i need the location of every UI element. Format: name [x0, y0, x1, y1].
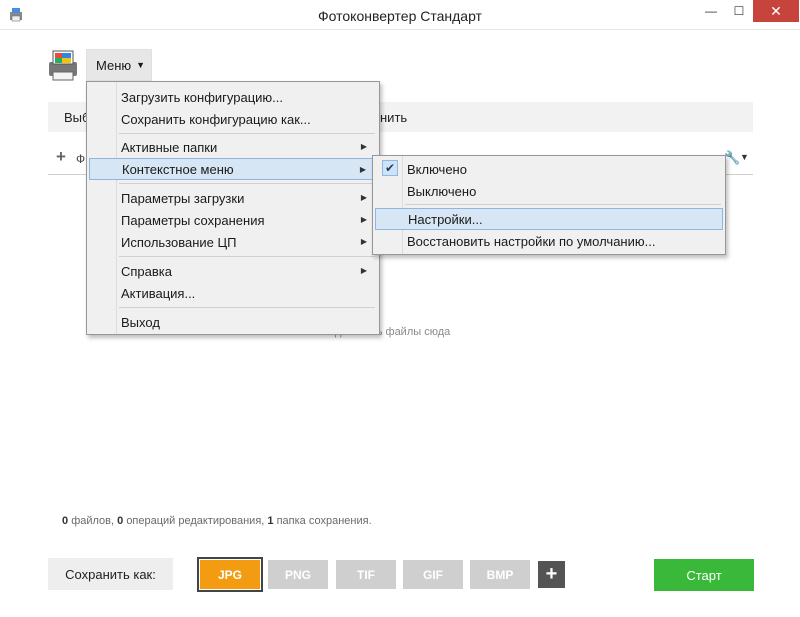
menu-item-label: Выход: [121, 314, 160, 330]
format-bmp-button[interactable]: BMP: [470, 560, 530, 589]
files-label[interactable]: Ф: [76, 152, 85, 166]
menu-item-activation[interactable]: Активация...: [89, 282, 377, 304]
folders-text: папка сохранения.: [276, 515, 372, 527]
menu-item-label: Активные папки: [121, 139, 218, 155]
menu-item-cpu-usage[interactable]: Использование ЦП ▶: [89, 231, 377, 253]
menu-item-save-config[interactable]: Сохранить конфигурацию как...: [89, 108, 377, 130]
menu-item-save-params[interactable]: Параметры сохранения ▶: [89, 209, 377, 231]
menu-item-label: Выключено: [407, 183, 477, 199]
menu-separator: [119, 256, 375, 257]
app-logo: [49, 50, 77, 81]
submenu-item-disabled[interactable]: Выключено: [375, 180, 723, 202]
format-tif-button[interactable]: TIF: [336, 560, 396, 589]
menu-item-label: Использование ЦП: [121, 234, 237, 250]
menu-item-load-config[interactable]: Загрузить конфигурацию...: [89, 86, 377, 108]
main-menu: Загрузить конфигурацию... Сохранить конф…: [86, 81, 380, 335]
wrench-icon[interactable]: 🔧: [724, 150, 740, 166]
format-png-button[interactable]: PNG: [268, 560, 328, 589]
chevron-right-icon: ▶: [360, 142, 367, 151]
menu-separator: [119, 183, 375, 184]
submenu-item-settings[interactable]: Настройки...: [375, 208, 723, 230]
tab-edit[interactable]: нить: [380, 110, 407, 125]
add-files-icon[interactable]: +: [56, 148, 66, 165]
files-count: 0: [62, 515, 69, 527]
submenu-item-restore-defaults[interactable]: Восстановить настройки по умолчанию...: [375, 230, 723, 252]
menu-item-label: Включено: [407, 161, 467, 177]
submenu-item-enabled[interactable]: ✔ Включено: [375, 158, 723, 180]
menu-separator: [119, 133, 375, 134]
chevron-right-icon: ▶: [360, 237, 367, 246]
start-button[interactable]: Старт: [654, 559, 754, 591]
menu-item-label: Параметры загрузки: [121, 190, 245, 206]
minimize-button[interactable]: —: [697, 0, 725, 22]
menu-separator: [119, 307, 375, 308]
menu-item-label: Активация...: [121, 285, 196, 301]
menu-item-label: Справка: [121, 263, 172, 279]
chevron-right-icon: ▶: [360, 266, 367, 275]
status-line: 0 файлов, 0 операций редактирования, 1 п…: [62, 515, 372, 527]
menu-item-active-folders[interactable]: Активные папки ▶: [89, 136, 377, 158]
save-as-label: Сохранить как:: [48, 558, 173, 590]
menu-item-label: Сохранить конфигурацию как...: [121, 111, 311, 127]
chevron-right-icon: ▶: [360, 215, 367, 224]
menu-separator: [405, 204, 721, 205]
close-button[interactable]: ✕: [753, 0, 799, 22]
menu-item-label: Контекстное меню: [122, 161, 234, 177]
folders-count: 1: [267, 515, 274, 527]
ops-count: 0: [117, 515, 124, 527]
menu-item-context-menu[interactable]: Контекстное меню ▶: [89, 158, 377, 180]
chevron-down-icon: ▼: [136, 60, 146, 70]
menu-item-label: Восстановить настройки по умолчанию...: [407, 233, 656, 249]
window-title: Фотоконвертер Стандарт: [318, 8, 482, 24]
format-jpg-button[interactable]: JPG: [197, 557, 263, 592]
format-gif-button[interactable]: GIF: [403, 560, 463, 589]
chevron-right-icon: ▶: [359, 165, 366, 174]
context-submenu: ✔ Включено Выключено Настройки... Восста…: [372, 155, 726, 255]
menu-item-label: Параметры сохранения: [121, 212, 265, 228]
menu-item-load-params[interactable]: Параметры загрузки ▶: [89, 187, 377, 209]
menu-item-label: Настройки...: [408, 211, 483, 227]
ops-text: операций редактирования,: [126, 515, 265, 527]
maximize-button[interactable]: ☐: [725, 0, 753, 22]
checkmark-icon: ✔: [382, 160, 398, 176]
files-text: файлов,: [71, 515, 115, 527]
menu-item-exit[interactable]: Выход: [89, 311, 377, 333]
title-bar: Фотоконвертер Стандарт — ☐ ✕: [0, 0, 800, 30]
menu-button[interactable]: Меню ▼: [86, 49, 152, 81]
chevron-right-icon: ▶: [360, 193, 367, 202]
add-format-button[interactable]: +: [538, 561, 565, 588]
menu-item-help[interactable]: Справка ▶: [89, 260, 377, 282]
menu-button-label: Меню: [96, 57, 132, 73]
menu-item-label: Загрузить конфигурацию...: [121, 89, 284, 105]
chevron-down-icon[interactable]: ▼: [740, 152, 749, 162]
